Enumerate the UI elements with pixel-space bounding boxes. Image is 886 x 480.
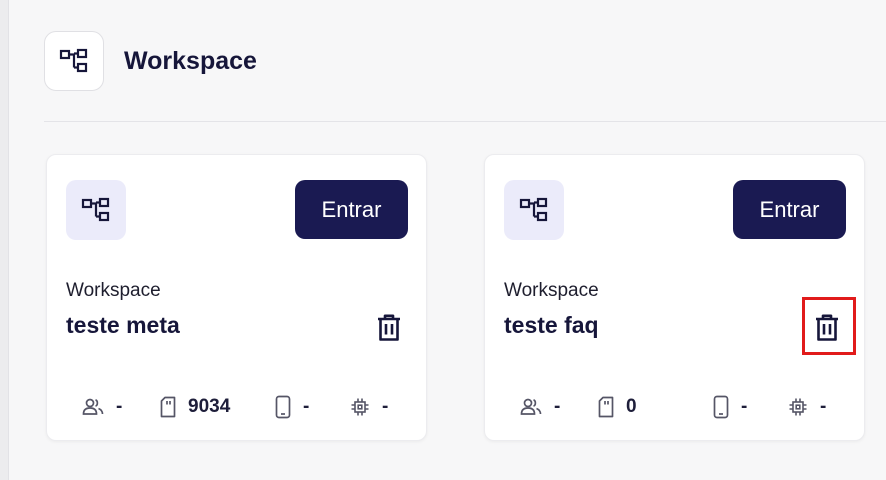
sd-card-icon bbox=[160, 396, 176, 418]
stat-cpu-value: - bbox=[820, 396, 827, 417]
enter-button[interactable]: Entrar bbox=[295, 180, 408, 239]
stat-users-value: - bbox=[116, 396, 123, 417]
users-icon bbox=[520, 397, 542, 417]
workspace-type-label: Workspace bbox=[504, 280, 599, 301]
stat-storage: 9034 bbox=[160, 393, 230, 421]
enter-button[interactable]: Entrar bbox=[733, 180, 846, 239]
page-title: Workspace bbox=[124, 46, 257, 75]
stat-storage: 0 bbox=[598, 393, 637, 421]
phone-icon bbox=[275, 395, 291, 419]
cpu-chip-icon bbox=[350, 397, 370, 417]
workspace-tree-icon bbox=[66, 180, 126, 240]
delete-button[interactable] bbox=[374, 312, 404, 344]
workspace-card: Entrar Workspace teste faq - 0 - - bbox=[484, 154, 865, 441]
cpu-chip-icon bbox=[788, 397, 808, 417]
workspace-name: teste meta bbox=[66, 312, 180, 338]
stat-users: - bbox=[520, 393, 560, 421]
left-rail bbox=[0, 0, 9, 480]
users-icon bbox=[82, 397, 104, 417]
stat-storage-value: 9034 bbox=[188, 396, 231, 417]
header-divider bbox=[44, 121, 886, 122]
workspace-stats: - 0 - - bbox=[485, 393, 864, 421]
sd-card-icon bbox=[598, 396, 614, 418]
workspace-tree-icon bbox=[504, 180, 564, 240]
delete-button[interactable] bbox=[812, 312, 842, 344]
phone-icon bbox=[713, 395, 729, 419]
workspace-card: Entrar Workspace teste meta - 9034 - - bbox=[46, 154, 427, 441]
page-header: Workspace bbox=[44, 30, 257, 92]
stat-cpu: - bbox=[350, 393, 388, 421]
workspace-stats: - 9034 - - bbox=[47, 393, 426, 421]
stat-devices-value: - bbox=[303, 396, 310, 417]
workspace-type-label: Workspace bbox=[66, 280, 161, 301]
trash-icon bbox=[816, 314, 838, 341]
stat-users: - bbox=[82, 393, 122, 421]
stat-devices-value: - bbox=[741, 396, 748, 417]
stat-cpu: - bbox=[788, 393, 826, 421]
workspace-name: teste faq bbox=[504, 312, 599, 338]
stat-storage-value: 0 bbox=[626, 396, 637, 417]
stat-devices: - bbox=[713, 393, 747, 421]
trash-icon bbox=[378, 314, 400, 341]
stat-cpu-value: - bbox=[382, 396, 389, 417]
stat-users-value: - bbox=[554, 396, 561, 417]
stat-devices: - bbox=[275, 393, 309, 421]
workspace-tree-icon bbox=[44, 31, 104, 91]
